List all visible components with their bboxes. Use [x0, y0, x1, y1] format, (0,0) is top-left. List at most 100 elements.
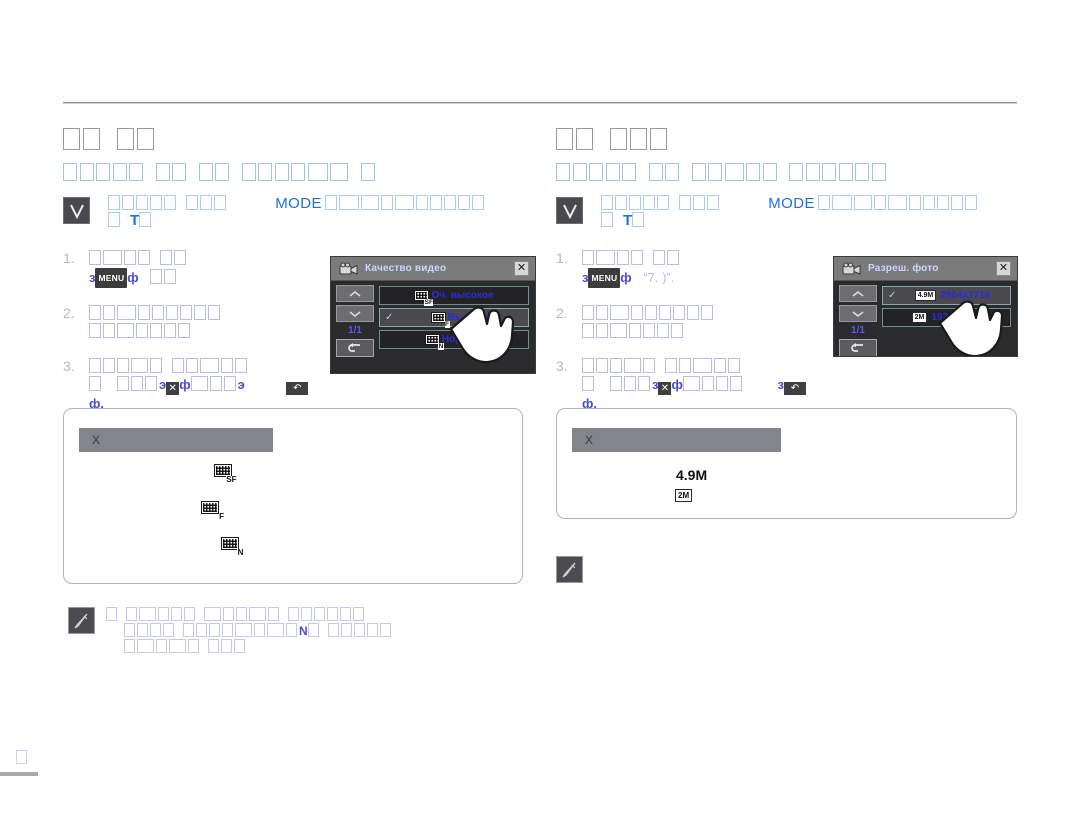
infobox-video-quality: X SF F N [63, 408, 523, 584]
step-number: 2. [63, 305, 75, 321]
lcd-option-list: SF Оч. высокое ✓ F Высокое N Нормал. [379, 281, 535, 373]
lcd-screen-photo-resolution[interactable]: Разреш. фото ✕ 1/1 ✓ 4.9M 2864x1716 2M 1… [833, 256, 1018, 357]
step-text: э ✕ ф э ↶ф. [89, 358, 323, 413]
subtitle-right [556, 158, 888, 184]
menu-chip[interactable]: MENU [95, 268, 128, 288]
note-pen-icon [68, 607, 95, 634]
page-title-left [63, 120, 533, 150]
option-label: Оч. высокое [431, 290, 494, 301]
quality-n-icon: N [220, 537, 244, 557]
step-1-left: 1. з MENU ф [63, 250, 323, 288]
step-text [582, 305, 816, 341]
chevron-down-icon[interactable] [839, 305, 877, 322]
note-left: N [68, 607, 508, 655]
page-indicator: 1/1 [348, 325, 362, 336]
option-video-quality-normal[interactable]: N Нормал. [379, 330, 529, 350]
mode-label-right: MODE [768, 195, 815, 212]
chevron-down-icon[interactable] [336, 305, 374, 322]
quality-f-icon: F [430, 311, 450, 328]
steps-right: 1. з MENU ф “7. )”. 2. 3. з ✕ ф з ↶ф. [556, 250, 816, 430]
resolution-primary-label: 4.9M [676, 467, 708, 483]
lcd-screen-video-quality[interactable]: Качество видео ✕ 1/1 SF Оч. высокое ✓ F … [330, 256, 536, 374]
footer-bar [0, 772, 38, 776]
resolution-2m-icon: 2M [911, 312, 928, 323]
option-label: 2864x1716 [940, 290, 991, 301]
checkmark-icon: ✓ [888, 290, 897, 301]
resolution-4p9m-icon: 4.9M [914, 290, 937, 301]
back-arrow-icon[interactable]: ↶ [286, 382, 309, 395]
step-3-left: 3. э ✕ ф э ↶ф. [63, 358, 323, 413]
lcd-title-bar: Качество видео ✕ [331, 257, 535, 281]
right-column: MODE T 1. з MENU ф “7. )”. 2. 3. з ✕ ф з… [556, 120, 1026, 411]
step-text: з MENU ф [89, 250, 323, 288]
infobox-header: X [79, 428, 273, 452]
t-key-label-right: T [623, 212, 633, 229]
checkmark-icon: ✓ [385, 312, 394, 323]
infobox-photo-resolution: X 4.9M 2M [556, 408, 1017, 519]
touch-key: ф [620, 270, 632, 285]
page-title-right [556, 120, 1026, 150]
t-key-label-left: T [130, 212, 140, 229]
option-label: Высокое [447, 312, 492, 323]
quality-n-icon: N [424, 333, 444, 350]
option-photo-resolution-2m[interactable]: 2M 1920x1080 [882, 308, 1011, 327]
step-number: 1. [63, 250, 75, 266]
chevron-up-icon[interactable] [839, 285, 877, 302]
chevron-up-icon[interactable] [336, 285, 374, 302]
steps-left: 1. з MENU ф 2. 3. э ✕ ф э ↶ф. [63, 250, 323, 430]
mode-label-left: MODE [275, 195, 322, 212]
page-number [16, 750, 27, 769]
precondition-text-right: MODE T [601, 195, 1026, 229]
close-icon[interactable]: ✕ [658, 382, 672, 395]
lcd-option-list: ✓ 4.9M 2864x1716 2M 1920x1080 [882, 281, 1017, 356]
close-icon[interactable]: ✕ [166, 382, 180, 395]
lcd-nav-rail: 1/1 [331, 281, 379, 373]
step-text: з ✕ ф з ↶ф. [582, 358, 816, 413]
checkmark-box-icon [63, 197, 90, 224]
subtitle-left [63, 158, 377, 184]
option-video-quality-superfine[interactable]: SF Оч. высокое [379, 286, 529, 306]
video-camera-icon [842, 262, 862, 276]
note-text-left: N [106, 607, 508, 655]
step-2-right: 2. [556, 305, 816, 341]
lcd-body: 1/1 SF Оч. высокое ✓ F Высокое N Нормал. [331, 281, 535, 373]
option-video-quality-fine[interactable]: ✓ F Высокое [379, 308, 529, 328]
step-mark: э [159, 377, 167, 392]
close-icon[interactable]: ✕ [514, 261, 529, 276]
step-number: 3. [556, 358, 568, 374]
touch-key: ф [127, 270, 139, 285]
infobox-header: X [572, 428, 781, 452]
back-arrow-icon[interactable] [336, 339, 374, 357]
back-arrow-icon[interactable]: ↶ [783, 382, 806, 395]
video-camera-icon [339, 262, 359, 276]
precondition-text-left: MODE T [108, 195, 533, 229]
step-2-left: 2. [63, 305, 323, 341]
step-number: 3. [63, 358, 75, 374]
step-mark-2: э [237, 377, 245, 392]
option-label: Нормал. [441, 334, 484, 345]
option-photo-resolution-4p9m[interactable]: ✓ 4.9M 2864x1716 [882, 286, 1011, 305]
lcd-body: 1/1 ✓ 4.9M 2864x1716 2M 1920x1080 [834, 281, 1017, 356]
note-pen-icon [556, 556, 583, 583]
lcd-title-bar: Разреш. фото ✕ [834, 257, 1017, 281]
checkmark-box-icon [556, 197, 583, 224]
header-rule [63, 102, 1017, 104]
manual-page: MODE T 1. з MENU ф 2. 3. э ✕ ф э ↶ф. Кач… [0, 0, 1080, 827]
lcd-nav-rail: 1/1 [834, 281, 882, 356]
back-arrow-icon[interactable] [839, 339, 877, 356]
step-text [89, 305, 323, 341]
menu-chip[interactable]: MENU [588, 268, 621, 288]
resolution-2m-icon: 2M [675, 489, 693, 502]
lcd-title: Качество видео [365, 263, 447, 274]
step-text: з MENU ф “7. )”. [582, 250, 816, 288]
step-3-right: 3. з ✕ ф з ↶ф. [556, 358, 816, 413]
step-quote: “7. )”. [643, 270, 675, 285]
option-label: 1920x1080 [931, 312, 982, 323]
step-1-right: 1. з MENU ф “7. )”. [556, 250, 816, 288]
step-number: 2. [556, 305, 568, 321]
precondition-right: MODE T [556, 195, 1026, 229]
quality-f-icon: F [201, 501, 225, 521]
left-column: MODE T 1. з MENU ф 2. 3. э ✕ ф э ↶ф. [63, 120, 533, 411]
touch-key: ф [179, 377, 191, 392]
close-icon[interactable]: ✕ [996, 261, 1011, 276]
